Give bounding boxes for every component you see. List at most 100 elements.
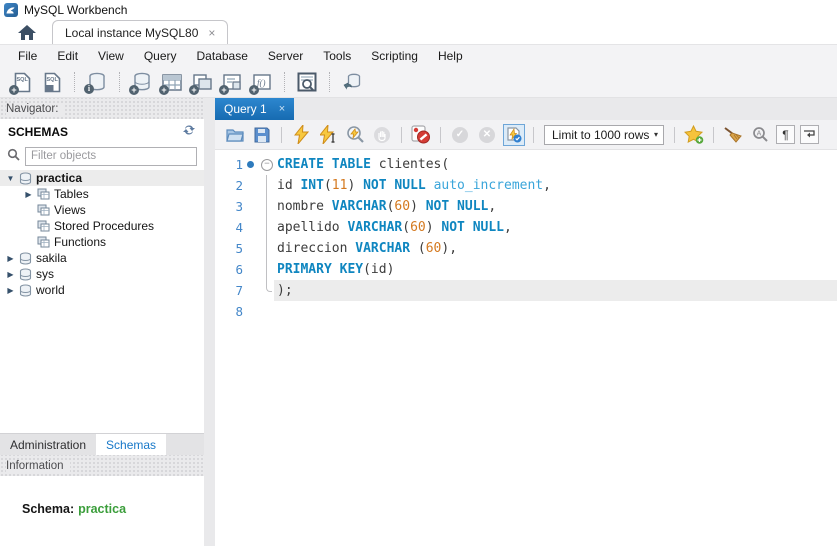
query-tab[interactable]: Query 1 ×: [215, 98, 295, 120]
fold-collapse-icon[interactable]: [258, 154, 274, 175]
fold-margin: [258, 238, 274, 259]
refresh-schemas-icon[interactable]: [182, 124, 196, 139]
commit-icon: ✓: [449, 124, 471, 146]
beautify-icon[interactable]: [722, 124, 744, 146]
marker-spacer: [243, 238, 258, 259]
close-icon[interactable]: ×: [279, 103, 285, 115]
menu-server[interactable]: Server: [258, 46, 313, 66]
schema-icon: [17, 283, 33, 297]
code-line-3[interactable]: 3 nombre VARCHAR(60) NOT NULL,: [215, 196, 837, 217]
autocommit-toggle-icon[interactable]: [503, 123, 525, 146]
code-line-4[interactable]: 4 apellido VARCHAR(60) NOT NULL,: [215, 217, 837, 238]
execute-current-icon[interactable]: [317, 124, 339, 146]
menu-query[interactable]: Query: [134, 46, 187, 66]
filter-objects-input[interactable]: [25, 146, 197, 166]
marker-spacer: [243, 301, 258, 322]
schema-icon: [17, 251, 33, 265]
create-table-icon[interactable]: +: [159, 70, 184, 95]
chevron-right-icon[interactable]: ▶: [4, 254, 17, 263]
search-table-data-icon[interactable]: [295, 70, 319, 94]
schema-tree: ▼ practica ▶ Tables Views Stored Procedures Fu…: [0, 168, 204, 298]
code-line-5[interactable]: 5 direccion VARCHAR (60),: [215, 238, 837, 259]
save-icon[interactable]: [251, 124, 273, 146]
window-title: MySQL Workbench: [24, 2, 128, 17]
inspector-icon[interactable]: i: [84, 70, 109, 94]
stop-icon: [371, 124, 393, 146]
tree-item-label: sys: [36, 267, 54, 281]
menu-tools[interactable]: Tools: [313, 46, 361, 66]
stop-on-error-toggle-icon[interactable]: [410, 124, 432, 146]
tree-item-stored-procedures[interactable]: Stored Procedures: [0, 218, 204, 234]
find-icon[interactable]: A: [749, 124, 771, 146]
sql-editor-toolbar: ✓ ✕ Limit to 1000 rows ▾ A ¶: [215, 120, 837, 150]
limit-rows-dropdown[interactable]: Limit to 1000 rows ▾: [544, 124, 664, 145]
open-file-icon[interactable]: [224, 124, 246, 146]
tree-item-label: Tables: [54, 187, 89, 201]
code-text: id INT(11) NOT NULL auto_increment,: [277, 178, 551, 193]
reconnect-dbms-icon[interactable]: [340, 70, 364, 94]
line-number: 1: [235, 157, 243, 172]
tree-item-sakila[interactable]: ▶ sakila: [0, 250, 204, 266]
tab-schemas[interactable]: Schemas: [96, 434, 167, 455]
menu-view[interactable]: View: [88, 46, 134, 66]
create-schema-icon[interactable]: +: [129, 70, 154, 95]
toolbar-separator: [401, 126, 402, 143]
create-function-icon[interactable]: f() +: [249, 70, 274, 95]
code-line-2[interactable]: 2 id INT(11) NOT NULL auto_increment,: [215, 175, 837, 196]
invisible-chars-toggle-icon[interactable]: ¶: [776, 125, 795, 144]
menu-database[interactable]: Database: [187, 46, 258, 66]
chevron-right-icon[interactable]: ▶: [4, 270, 17, 279]
tree-item-functions[interactable]: Functions: [0, 234, 204, 250]
information-body: Schema: practica: [0, 476, 204, 546]
search-icon: [7, 148, 20, 164]
tree-item-label: Stored Procedures: [54, 219, 155, 233]
open-sql-script-icon[interactable]: SQL: [40, 70, 64, 94]
toolbar-separator: [119, 72, 120, 92]
close-icon[interactable]: ×: [208, 27, 215, 39]
chevron-down-icon: ▾: [653, 130, 658, 139]
schema-info-label: Schema:: [22, 502, 75, 516]
home-tab[interactable]: [6, 20, 48, 44]
marker-spacer: [243, 196, 258, 217]
code-text: apellido VARCHAR(60) NOT NULL,: [277, 220, 512, 235]
marker-spacer: [243, 259, 258, 280]
wrap-text-toggle-icon[interactable]: [800, 125, 819, 144]
tree-item-sys[interactable]: ▶ sys: [0, 266, 204, 282]
sql-code-editor[interactable]: 1 CREATE TABLE clientes( 2 id INT(11) NOT N…: [215, 150, 837, 546]
new-sql-tab-icon[interactable]: SQL +: [9, 70, 34, 95]
table-group-icon: [35, 236, 51, 248]
menu-edit[interactable]: Edit: [47, 46, 88, 66]
connection-tab[interactable]: Local instance MySQL80 ×: [52, 20, 229, 44]
create-view-icon[interactable]: +: [189, 70, 214, 95]
chevron-right-icon[interactable]: ▶: [22, 190, 35, 199]
editor-area: Query 1 × ✓ ✕ Limit to 1000 rows ▾ A ¶ 1…: [215, 98, 837, 546]
save-snippet-icon[interactable]: [683, 124, 705, 146]
schemas-title: SCHEMAS: [8, 124, 69, 139]
chevron-right-icon[interactable]: ▶: [4, 286, 17, 295]
menu-scripting[interactable]: Scripting: [361, 46, 428, 66]
marker-spacer: [243, 217, 258, 238]
panel-splitter[interactable]: [204, 98, 215, 546]
menu-file[interactable]: File: [8, 46, 47, 66]
tab-administration[interactable]: Administration: [0, 434, 96, 455]
chevron-down-icon[interactable]: ▼: [4, 174, 17, 183]
menu-help[interactable]: Help: [428, 46, 473, 66]
line-number: 6: [235, 262, 243, 277]
tree-item-tables[interactable]: ▶ Tables: [0, 186, 204, 202]
toolbar-separator: [713, 126, 714, 143]
tree-item-views[interactable]: Views: [0, 202, 204, 218]
code-line-6[interactable]: 6 PRIMARY KEY(id): [215, 259, 837, 280]
tree-item-world[interactable]: ▶ world: [0, 282, 204, 298]
code-line-7[interactable]: 7);: [215, 280, 837, 301]
code-text: PRIMARY KEY(id): [277, 262, 395, 277]
navigator-panel: Navigator: SCHEMAS ▼practica▶TablesViews…: [0, 98, 204, 546]
execute-icon[interactable]: [290, 124, 312, 146]
code-line-8[interactable]: 8: [215, 301, 837, 322]
code-text: CREATE TABLE clientes(: [277, 157, 450, 172]
tree-item-label: sakila: [36, 251, 67, 265]
create-procedure-icon[interactable]: +: [219, 70, 244, 95]
fold-margin: [258, 301, 274, 322]
explain-icon[interactable]: [344, 124, 366, 146]
tree-item-practica[interactable]: ▼ practica: [0, 170, 204, 186]
code-line-1[interactable]: 1 CREATE TABLE clientes(: [215, 154, 837, 175]
